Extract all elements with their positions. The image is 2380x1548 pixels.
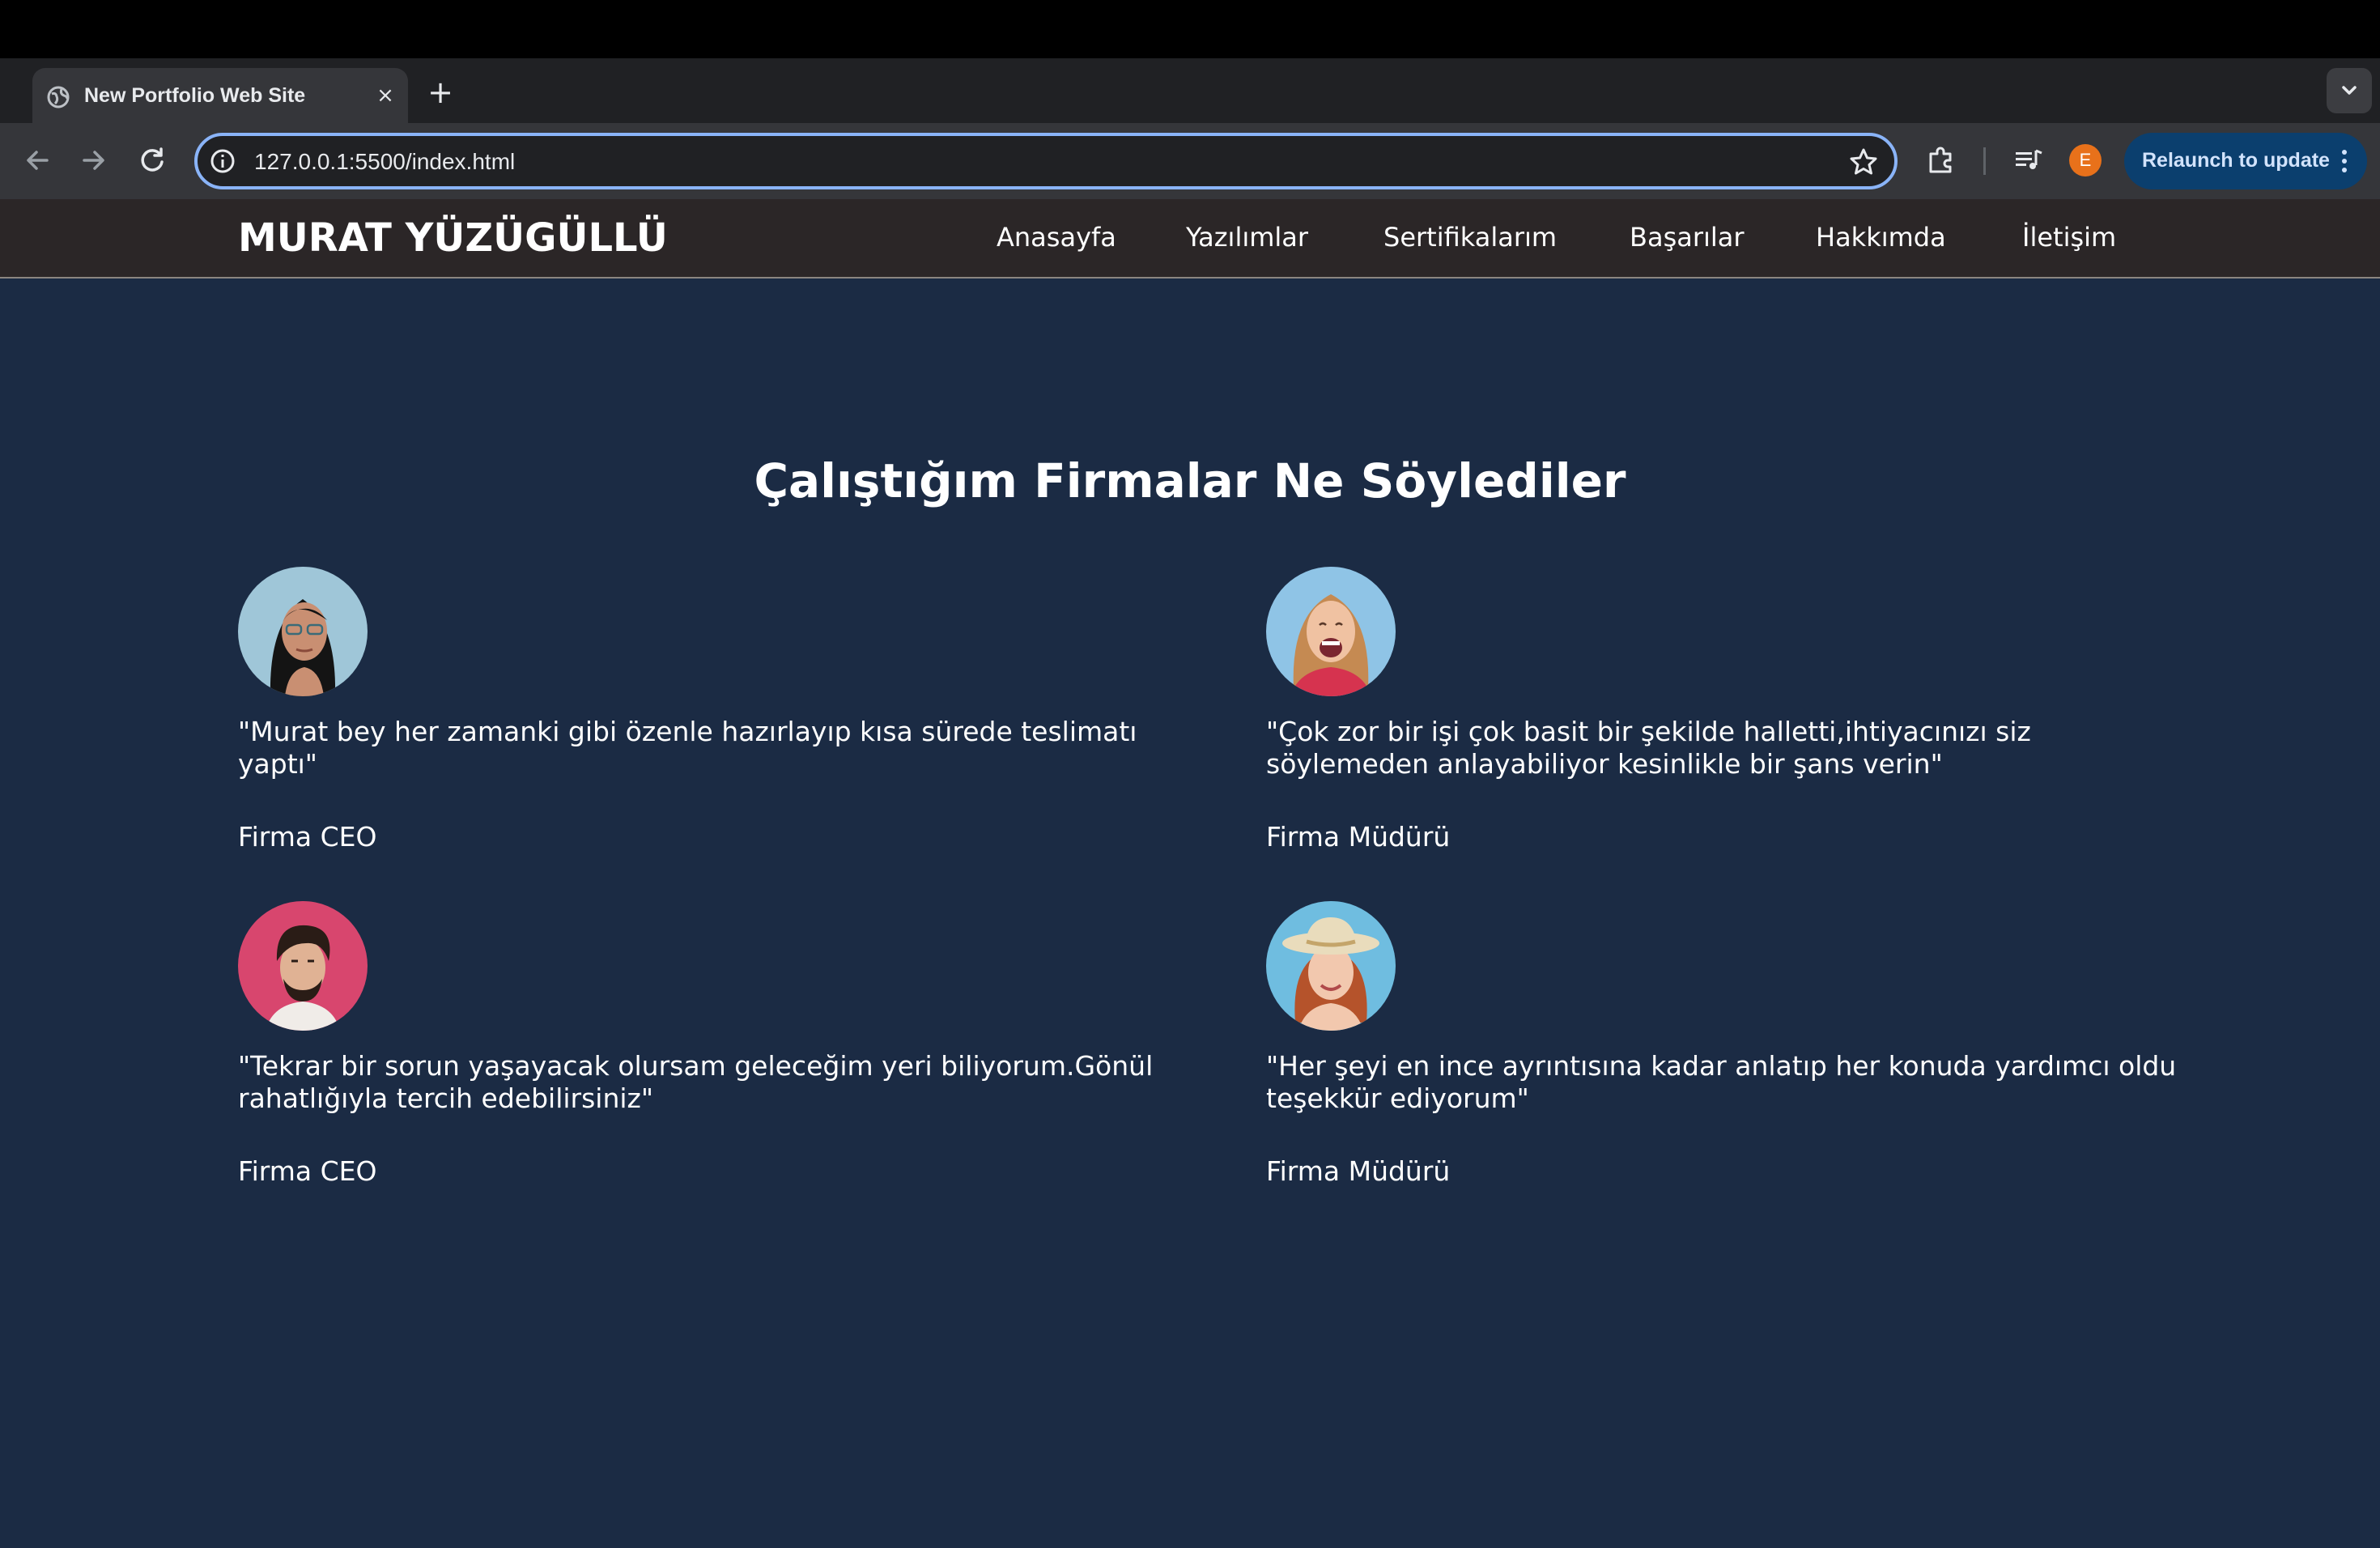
testimonial-role: Firma Müdürü bbox=[1266, 821, 1451, 853]
nav-link-sertifikalarim[interactable]: Sertifikalarım bbox=[1383, 222, 1557, 253]
section-title: Çalıştığım Firmalar Ne Söylediler bbox=[754, 453, 1626, 508]
bookmark-star-icon[interactable] bbox=[1847, 146, 1880, 178]
browser-tab-strip: New Portfolio Web Site × + bbox=[0, 58, 2380, 123]
tab-search-button[interactable] bbox=[2327, 68, 2372, 113]
site-logo[interactable]: MURAT YÜZÜGÜLLÜ bbox=[238, 215, 668, 261]
site-info-icon[interactable] bbox=[209, 147, 236, 175]
close-tab-icon[interactable]: × bbox=[371, 81, 400, 110]
testimonial-quote: "Her şeyi en ince ayrıntısına kadar anla… bbox=[1266, 1050, 2177, 1114]
testimonial-role: Firma CEO bbox=[238, 821, 377, 853]
tab-title: New Portfolio Web Site bbox=[84, 84, 306, 107]
new-tab-button[interactable]: + bbox=[423, 74, 458, 110]
testimonial-quote: "Tekrar bir sorun yaşayacak olursam gele… bbox=[238, 1050, 1154, 1114]
media-queue-icon[interactable] bbox=[2011, 142, 2046, 178]
site-header: MURAT YÜZÜGÜLLÜ Anasayfa Yazılımlar Sert… bbox=[0, 199, 2380, 279]
reload-icon[interactable] bbox=[133, 141, 172, 180]
nav-link-yazilimlar[interactable]: Yazılımlar bbox=[1186, 222, 1308, 253]
testimonial-role: Firma CEO bbox=[238, 1155, 377, 1187]
profile-avatar[interactable]: E bbox=[2069, 144, 2102, 176]
browser-tab[interactable]: New Portfolio Web Site × bbox=[32, 68, 408, 123]
testimonial-quote: "Murat bey her zamanki gibi özenle hazır… bbox=[238, 716, 1137, 780]
avatar bbox=[238, 901, 368, 1031]
avatar bbox=[238, 567, 368, 696]
testimonial-quote: "Çok zor bir işi çok basit bir şekilde h… bbox=[1266, 716, 2031, 780]
relaunch-label: Relaunch to update bbox=[2142, 149, 2330, 172]
nav-link-basarilar[interactable]: Başarılar bbox=[1630, 222, 1745, 253]
browser-toolbar: 127.0.0.1:5500/index.html E Relaunch to … bbox=[0, 123, 2380, 199]
globe-icon bbox=[47, 86, 70, 108]
address-bar[interactable]: 127.0.0.1:5500/index.html bbox=[194, 133, 1898, 189]
macos-menu-bar bbox=[0, 0, 2380, 58]
testimonial-role: Firma Müdürü bbox=[1266, 1155, 1451, 1187]
nav-link-anasayfa[interactable]: Anasayfa bbox=[997, 222, 1116, 253]
extensions-puzzle-icon[interactable] bbox=[1923, 142, 1959, 178]
chevron-down-icon bbox=[2342, 86, 2357, 95]
relaunch-button[interactable]: Relaunch to update bbox=[2124, 133, 2367, 189]
nav-link-hakkimda[interactable]: Hakkımda bbox=[1816, 222, 1946, 253]
avatar bbox=[1266, 901, 1396, 1031]
back-arrow-icon[interactable] bbox=[18, 141, 57, 180]
nav-link-iletisim[interactable]: İletişim bbox=[2022, 222, 2116, 253]
forward-arrow-icon[interactable] bbox=[74, 141, 113, 180]
toolbar-separator bbox=[1983, 147, 1986, 175]
more-vert-icon[interactable] bbox=[2336, 141, 2352, 181]
avatar bbox=[1266, 567, 1396, 696]
url-text[interactable]: 127.0.0.1:5500/index.html bbox=[254, 149, 515, 175]
